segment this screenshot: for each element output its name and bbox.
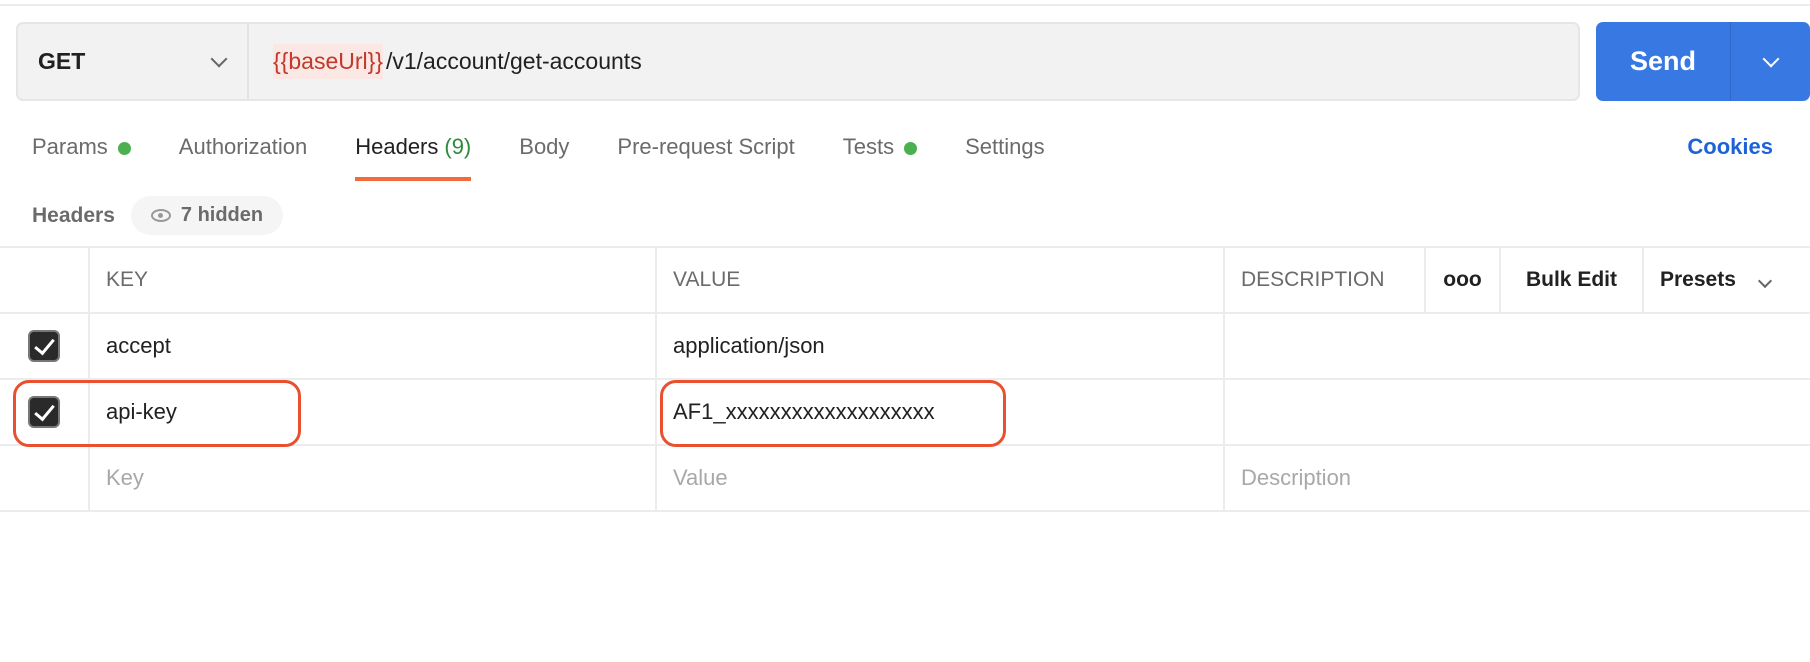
send-options-button[interactable] bbox=[1731, 22, 1810, 101]
tab-label: Settings bbox=[965, 134, 1045, 159]
highlight-api-value bbox=[660, 380, 1006, 447]
description-cell[interactable] bbox=[1223, 312, 1810, 380]
key-cell[interactable]: accept bbox=[88, 312, 657, 380]
tab-label: Params bbox=[32, 134, 108, 159]
description-placeholder[interactable]: Description bbox=[1223, 444, 1810, 512]
top-divider bbox=[0, 4, 1810, 6]
tab-label: Pre-request Script bbox=[617, 134, 795, 159]
presets-dropdown[interactable]: Presets bbox=[1642, 246, 1810, 314]
method-select[interactable]: GET bbox=[18, 24, 249, 99]
url-variable: {{baseUrl}} bbox=[273, 44, 383, 79]
tab-authorization[interactable]: Authorization bbox=[179, 134, 307, 182]
hidden-count: 7 hidden bbox=[180, 204, 264, 226]
status-dot bbox=[117, 142, 131, 155]
column-header-key: KEY bbox=[88, 246, 657, 314]
tab-tests[interactable]: Tests bbox=[842, 134, 918, 182]
chevron-down-icon bbox=[1757, 273, 1772, 289]
send-button-group: Send bbox=[1596, 22, 1810, 101]
row-checkbox[interactable] bbox=[28, 330, 60, 362]
tab-params[interactable]: Params bbox=[32, 134, 131, 182]
tab-label: Headers bbox=[355, 134, 439, 159]
tab-label: Body bbox=[519, 134, 570, 159]
description-cell[interactable] bbox=[1223, 378, 1810, 446]
value-cell[interactable]: application/json bbox=[655, 312, 1225, 380]
presets-label: Presets bbox=[1660, 268, 1736, 291]
tab-headers[interactable]: Headers (9) bbox=[355, 134, 472, 182]
table-header-row: KEY VALUE DESCRIPTION ooo Bulk Edit Pres… bbox=[0, 246, 1810, 314]
column-header-value: VALUE bbox=[655, 246, 1225, 314]
tab-body[interactable]: Body bbox=[519, 134, 569, 182]
url-input[interactable]: {{baseUrl}}/v1/account/get-accounts bbox=[249, 44, 642, 79]
tab-label: Authorization bbox=[178, 134, 308, 159]
key-placeholder[interactable]: Key bbox=[88, 444, 657, 512]
chevron-down-icon bbox=[210, 50, 228, 67]
request-url-bar: GET {{baseUrl}}/v1/account/get-accounts bbox=[16, 22, 1580, 101]
cookies-link[interactable]: Cookies bbox=[1687, 134, 1773, 160]
hidden-headers-toggle[interactable]: 7 hidden bbox=[130, 196, 284, 235]
headers-section-header: Headers 7 hidden bbox=[32, 196, 284, 235]
method-label: GET bbox=[38, 48, 86, 74]
highlight-api-key bbox=[13, 380, 301, 447]
url-path: /v1/account/get-accounts bbox=[385, 48, 642, 74]
new-row: Key Value Description bbox=[0, 444, 1810, 512]
value-placeholder[interactable]: Value bbox=[655, 444, 1225, 512]
more-options-button[interactable]: ooo bbox=[1424, 246, 1501, 314]
headers-title: Headers bbox=[32, 203, 115, 227]
checkbox-column-header bbox=[0, 246, 90, 314]
tab-settings[interactable]: Settings bbox=[965, 134, 1045, 182]
tab-count: (9) bbox=[444, 134, 472, 159]
headers-table: KEY VALUE DESCRIPTION ooo Bulk Edit Pres… bbox=[0, 246, 1810, 512]
table-row: accept application/json bbox=[0, 312, 1810, 380]
send-button[interactable]: Send bbox=[1596, 22, 1731, 101]
chevron-down-icon bbox=[1762, 50, 1779, 67]
tab-label: Tests bbox=[842, 134, 895, 159]
column-header-description: DESCRIPTION bbox=[1223, 246, 1426, 314]
bulk-edit-button[interactable]: Bulk Edit bbox=[1499, 246, 1644, 314]
eye-icon bbox=[150, 209, 171, 222]
request-tabs: Params Authorization Headers (9) Body Pre… bbox=[32, 134, 1093, 182]
status-dot bbox=[904, 142, 918, 155]
tab-pre-request-script[interactable]: Pre-request Script bbox=[617, 134, 794, 182]
